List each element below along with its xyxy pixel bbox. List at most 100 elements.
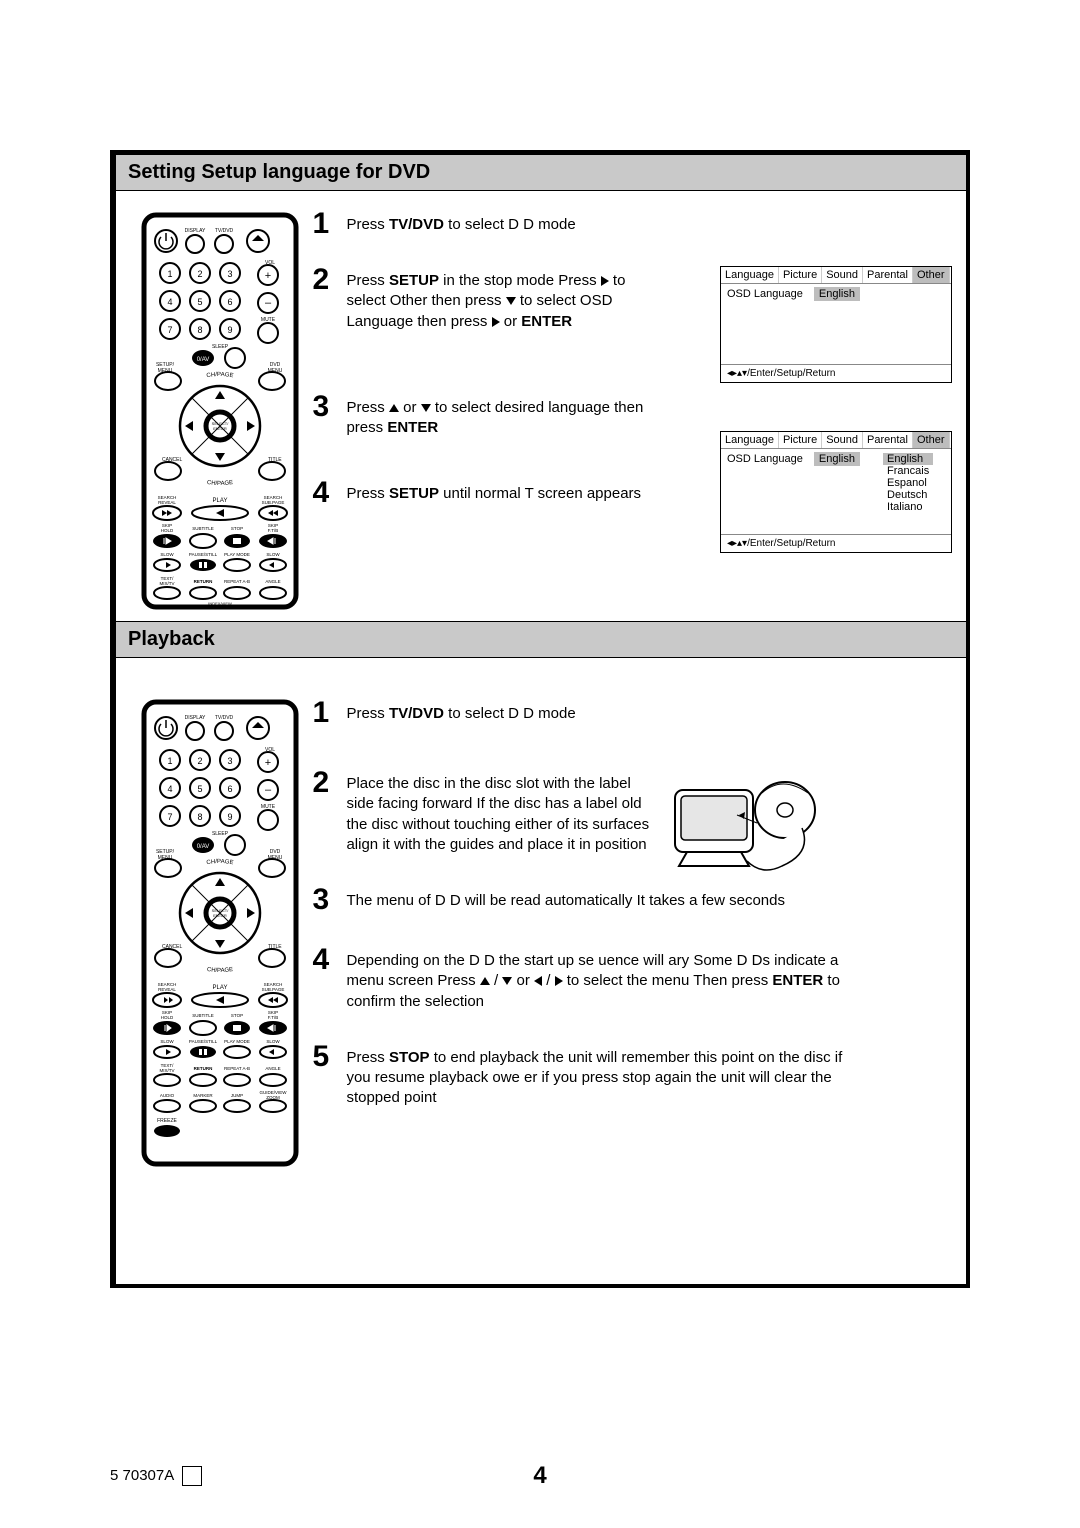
- step3-text: The menu of D D will be read automatical…: [346, 885, 785, 911]
- osd-row-label: OSD Language: [727, 288, 803, 300]
- svg-text:SLEEP: SLEEP: [212, 344, 229, 350]
- svg-text:MIX/TV: MIX/TV: [159, 1068, 174, 1073]
- svg-text:AUDIO: AUDIO: [160, 1093, 175, 1098]
- svg-text:HOLD: HOLD: [161, 1015, 174, 1020]
- osd-tab: Picture: [779, 432, 822, 448]
- step5-text: Press STOP to end playback the unit will…: [346, 1042, 852, 1109]
- svg-text:FREEZE: FREEZE: [157, 1118, 177, 1124]
- svg-text:SUB.PAGE: SUB.PAGE: [262, 500, 285, 505]
- svg-text:MIX/TV: MIX/TV: [159, 581, 174, 586]
- page-number: 4: [533, 1462, 546, 1490]
- svg-text:ANGLE: ANGLE: [265, 1066, 280, 1071]
- step1-text: Press TV/DVD to select D D mode: [346, 209, 575, 235]
- footer-checkbox-icon: [182, 1466, 202, 1486]
- svg-text:SLOW: SLOW: [266, 552, 280, 557]
- step-number: 4: [312, 945, 340, 975]
- svg-text:INDEX/VIEW: INDEX/VIEW: [208, 601, 232, 606]
- remote-illustration-1: DISPLAY TV/DVD 1 2 3 4 5 6 7 8: [140, 211, 300, 611]
- step2-text: Place the disc in the disc slot with the…: [346, 768, 656, 855]
- svg-text:9: 9: [227, 812, 232, 822]
- svg-text:2: 2: [197, 756, 202, 766]
- svg-text:STOP: STOP: [231, 526, 243, 531]
- disc-insert-illustration: [667, 768, 832, 884]
- osd-footer: ◂▸▴▾/Enter/Setup/Return: [721, 534, 951, 552]
- section-header-setup-language: Setting Setup language for DVD: [116, 154, 966, 191]
- step-number: 4: [312, 478, 340, 508]
- step4-text: Depending on the D D the start up se uen…: [346, 945, 852, 1012]
- svg-text:6: 6: [227, 784, 232, 794]
- osd-row-value: English: [814, 452, 860, 466]
- svg-text:7: 7: [167, 812, 172, 822]
- svg-text:SUBTITLE: SUBTITLE: [192, 526, 214, 531]
- svg-text:–: –: [265, 297, 272, 309]
- svg-text:4: 4: [167, 784, 172, 794]
- svg-text:DISPLAY: DISPLAY: [185, 228, 206, 234]
- osd-tab: Sound: [822, 432, 863, 448]
- svg-text:+: +: [265, 270, 271, 282]
- svg-text:REPEAT A-B: REPEAT A-B: [224, 579, 250, 584]
- osd-tab-selected: Other: [913, 267, 950, 283]
- osd-tab: Picture: [779, 267, 822, 283]
- svg-text:+: +: [265, 757, 271, 769]
- svg-text:1: 1: [167, 756, 172, 766]
- step4-text: Press SETUP until normal T screen appear…: [346, 478, 641, 504]
- svg-text:TV/DVD: TV/DVD: [215, 715, 234, 721]
- svg-text:8: 8: [197, 812, 202, 822]
- osd-tab-selected: Other: [913, 432, 950, 448]
- svg-text:5: 5: [197, 784, 202, 794]
- osd-tab: Language: [721, 432, 779, 448]
- remote-illustration-2: DISPLAY TV/DVD 1 2 3 4 5 6 7 8 9: [140, 698, 300, 1168]
- svg-text:SUB.PAGE: SUB.PAGE: [262, 987, 285, 992]
- svg-text:TV/DVD: TV/DVD: [215, 228, 234, 234]
- svg-text:3: 3: [227, 269, 232, 279]
- osd-row-value: English: [814, 287, 860, 301]
- svg-text:PLAY MODE: PLAY MODE: [224, 552, 250, 557]
- osd-language-list: English Francais Espanol Deutsch Italian…: [883, 453, 933, 513]
- svg-text:PAUSE/STILL: PAUSE/STILL: [189, 1039, 218, 1044]
- svg-text:REVEAL: REVEAL: [158, 500, 176, 505]
- svg-text:0/AV: 0/AV: [197, 357, 210, 363]
- svg-text:F.T/B: F.T/B: [268, 1015, 279, 1020]
- step-number: 1: [312, 209, 340, 239]
- osd-tab: Parental: [863, 267, 913, 283]
- page-footer: 5 70307A 4: [110, 1466, 970, 1486]
- svg-text:ANGLE: ANGLE: [265, 579, 280, 584]
- svg-text:–: –: [265, 784, 272, 796]
- svg-text:SLOW: SLOW: [160, 552, 174, 557]
- step2-text: Press SETUP in the stop mode Press to se…: [346, 265, 646, 332]
- svg-text:8: 8: [197, 325, 202, 335]
- svg-text:F.T/B: F.T/B: [268, 528, 279, 533]
- osd-tab: Language: [721, 267, 779, 283]
- svg-text:6: 6: [227, 297, 232, 307]
- svg-text:SLOW: SLOW: [160, 1039, 174, 1044]
- svg-text:PAUSE/STILL: PAUSE/STILL: [189, 552, 218, 557]
- step-number: 3: [312, 392, 340, 422]
- svg-text:REVEAL: REVEAL: [158, 987, 176, 992]
- svg-text:9: 9: [227, 325, 232, 335]
- svg-text:PLAY: PLAY: [213, 498, 228, 504]
- svg-text:SUBTITLE: SUBTITLE: [192, 1013, 214, 1018]
- step1-text: Press TV/DVD to select D D mode: [346, 698, 575, 724]
- step-number: 3: [312, 885, 340, 915]
- osd-footer: ◂▸▴▾/Enter/Setup/Return: [721, 364, 951, 382]
- svg-text:MARKER: MARKER: [193, 1093, 213, 1098]
- step-number: 2: [312, 768, 340, 798]
- svg-text:PLAY: PLAY: [213, 985, 228, 991]
- osd-tab: Parental: [863, 432, 913, 448]
- osd-row-label: OSD Language: [727, 453, 803, 465]
- osd-tab: Sound: [822, 267, 863, 283]
- svg-text:3: 3: [227, 756, 232, 766]
- svg-text:SLOW: SLOW: [266, 1039, 280, 1044]
- svg-text:2: 2: [197, 269, 202, 279]
- svg-text:JUMP: JUMP: [231, 1093, 243, 1098]
- svg-text:5: 5: [197, 297, 202, 307]
- section-header-playback: Playback: [116, 621, 966, 658]
- section2-steps: 1 Press TV/DVD to select D D mode 2 Plac…: [312, 698, 852, 1135]
- svg-text:HOLD: HOLD: [161, 528, 174, 533]
- svg-text:1: 1: [167, 269, 172, 279]
- step-number: 2: [312, 265, 340, 295]
- svg-text:PLAY MODE: PLAY MODE: [224, 1039, 250, 1044]
- svg-text:DISPLAY: DISPLAY: [185, 715, 206, 721]
- step-number: 5: [312, 1042, 340, 1072]
- osd-panel-2: Language Picture Sound Parental Other OS…: [720, 431, 952, 553]
